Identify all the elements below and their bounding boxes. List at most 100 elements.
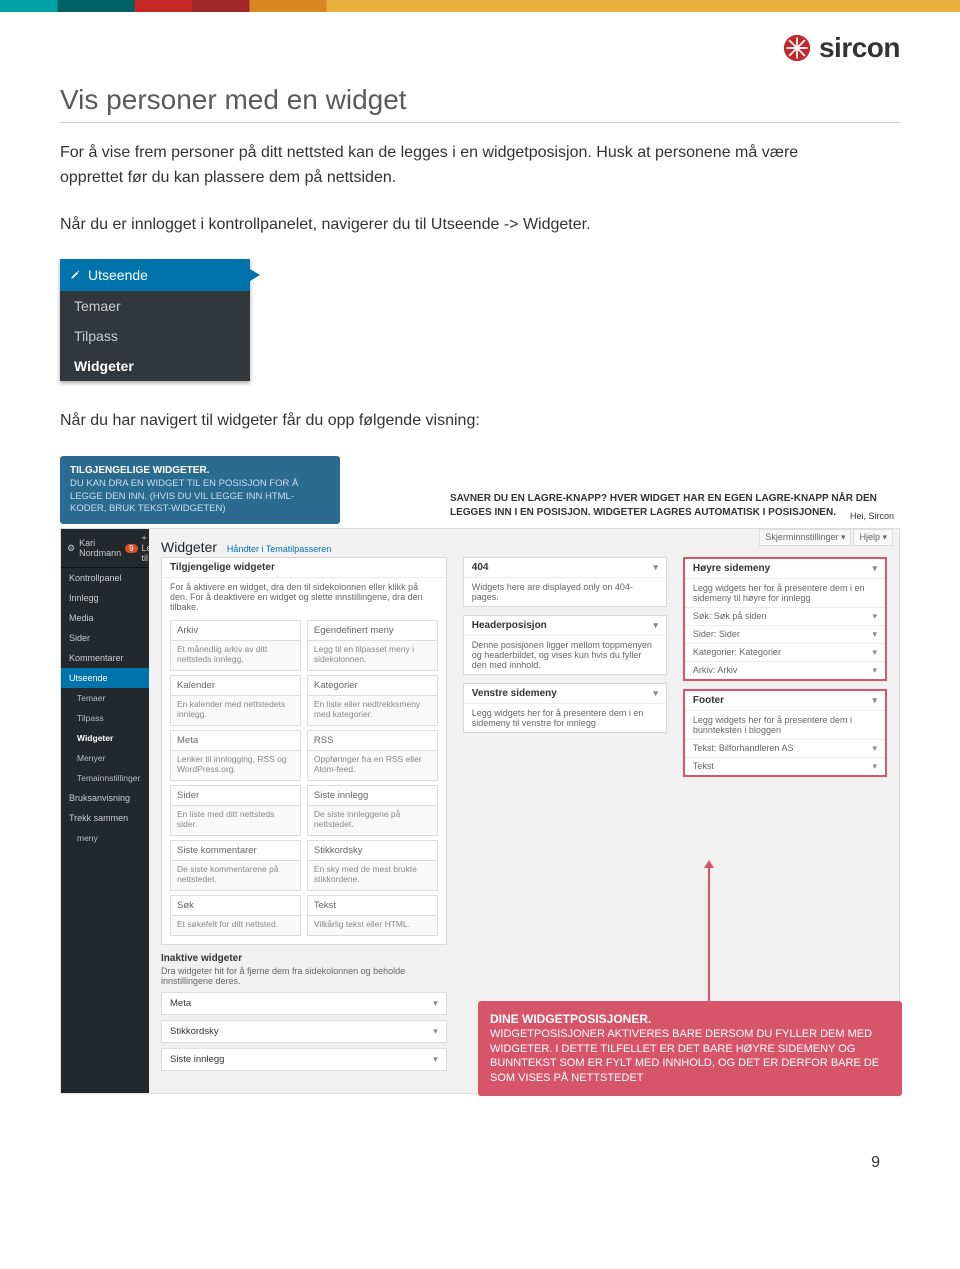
callout-blue-title: TILGJENGELIGE WIDGETER. <box>70 465 209 476</box>
widget-area-desc: Denne posisjonen ligger mellom toppmenye… <box>464 636 666 674</box>
wp-admin-sidebar: ⚙ Kari Nordmann 9 + Legg til Kontrollpan… <box>61 529 149 1093</box>
callout-blue-text: DU KAN DRA EN WIDGET TIL EN POSISJON FOR… <box>70 478 330 516</box>
wp-page-subtitle-link[interactable]: Håndter i Tematilpasseren <box>227 544 331 554</box>
widget-tile-kalender[interactable]: Kalender <box>170 675 301 696</box>
widget-tile-egendefinert-meny[interactable]: Egendefinert meny <box>307 620 438 641</box>
widget-tile-rss[interactable]: RSS <box>307 730 438 751</box>
chevron-down-icon: ▾ <box>433 998 438 1009</box>
widget-area-venstre-sidemeny[interactable]: Venstre sidemeny▾Legg widgets her for å … <box>463 683 667 733</box>
wp-page-title: Widgeter <box>161 539 217 555</box>
sidebar-item-kommentarer[interactable]: Kommentarer <box>61 648 149 668</box>
inactive-widget-siste-innlegg[interactable]: Siste innlegg▾ <box>161 1048 447 1071</box>
intro-paragraph-3: Når du har navigert til widgeter får du … <box>60 409 840 434</box>
sidebar-item-innlegg[interactable]: Innlegg <box>61 588 149 608</box>
chevron-down-icon: ▾ <box>872 647 877 658</box>
top-save-note: SAVNER DU EN LAGRE-KNAPP? HVER WIDGET HA… <box>450 492 900 519</box>
widget-desc: De siste innleggene på nettstedet. <box>307 806 438 836</box>
sidebar-item-kontrollpanel[interactable]: Kontrollpanel <box>61 568 149 588</box>
inactive-title: Inaktive widgeter <box>161 953 447 964</box>
sidebar-item-menyer[interactable]: Menyer <box>61 748 149 768</box>
sidebar-item-bruksanvisning[interactable]: Bruksanvisning <box>61 788 149 808</box>
widget-desc: Et månedlig arkiv av ditt nettsteds innl… <box>170 641 301 671</box>
available-widgets-desc: For å aktivere en widget, dra den til si… <box>162 578 446 616</box>
utseende-side-panel: Utseende Temaer Tilpass Widgeter <box>60 259 250 381</box>
chevron-down-icon: ▾ <box>872 665 877 676</box>
widget-desc: Lenker til innlogging, RSS og WordPress.… <box>170 751 301 781</box>
chevron-down-icon: ▾ <box>872 611 877 622</box>
widget-area-høyre-sidemeny[interactable]: Høyre sidemeny▾Legg widgets her for å pr… <box>683 557 887 681</box>
widget-tile-kategorier[interactable]: Kategorier <box>307 675 438 696</box>
widget-area-headerposisjon[interactable]: Headerposisjon▾Denne posisjonen ligger m… <box>463 615 667 675</box>
callout-available-widgets: TILGJENGELIGE WIDGETER. DU KAN DRA EN WI… <box>60 456 340 524</box>
chevron-down-icon: ▾ <box>653 620 658 631</box>
sidebar-item-temainnstillinger[interactable]: Temainnstillinger <box>61 768 149 788</box>
inactive-widget-stikkordsky[interactable]: Stikkordsky▾ <box>161 1020 447 1043</box>
brand-logo: sircon <box>60 32 900 64</box>
callout-red-text: WIDGETPOSISJONER AKTIVERES BARE DERSOM D… <box>490 1028 879 1085</box>
widget-item[interactable]: Søk: Søk på siden▾ <box>685 607 885 625</box>
sidebar-item-meny[interactable]: meny <box>61 828 149 848</box>
wp-icon: ⚙ <box>67 543 75 554</box>
sidebar-item-widgeter[interactable]: Widgeter <box>61 728 149 748</box>
widget-desc: En liste eller nedtrekksmeny med kategor… <box>307 696 438 726</box>
wp-admin-topbar: ⚙ Kari Nordmann 9 + Legg til <box>61 529 149 568</box>
widget-desc: Et søkefelt for ditt nettsted. <box>170 916 301 936</box>
page-number: 9 <box>60 1154 900 1172</box>
inactive-widget-meta[interactable]: Meta▾ <box>161 992 447 1015</box>
widget-desc: Legg til en tilpasset meny i sidekolonne… <box>307 641 438 671</box>
widget-tile-arkiv[interactable]: Arkiv <box>170 620 301 641</box>
sidebar-item-media[interactable]: Media <box>61 608 149 628</box>
sidepanel-header[interactable]: Utseende <box>60 259 250 291</box>
tab-help[interactable]: Hjelp ▾ <box>853 529 893 546</box>
widget-tile-stikkordsky[interactable]: Stikkordsky <box>307 840 438 861</box>
sidepanel-item-temaer[interactable]: Temaer <box>60 291 250 321</box>
wp-sidebar-list: KontrollpanelInnleggMediaSiderKommentare… <box>61 568 149 848</box>
sidebar-item-trekk-sammen[interactable]: Trekk sammen <box>61 808 149 828</box>
widget-tile-sider[interactable]: Sider <box>170 785 301 806</box>
chevron-down-icon: ▾ <box>872 629 877 640</box>
widget-item[interactable]: Tekst: Bilforhandleren AS▾ <box>685 739 885 757</box>
chevron-down-icon: ▾ <box>433 1026 438 1037</box>
widget-tile-siste-kommentarer[interactable]: Siste kommentarer <box>170 840 301 861</box>
sidepanel-item-tilpass[interactable]: Tilpass <box>60 321 250 351</box>
screen-options-tabs: Skjerminnstillinger ▾ Hjelp ▾ <box>759 529 893 546</box>
widget-desc: Vilkårlig tekst eller HTML. <box>307 916 438 936</box>
page-title: Vis personer med en widget <box>60 84 900 123</box>
widget-item[interactable]: Kategorier: Kategorier▾ <box>685 643 885 661</box>
sidepanel-item-widgeter[interactable]: Widgeter <box>60 351 250 381</box>
sidebar-item-tilpass[interactable]: Tilpass <box>61 708 149 728</box>
callout-red-title: DINE WIDGETPOSISJONER. <box>490 1011 890 1027</box>
widget-item[interactable]: Tekst▾ <box>685 757 885 775</box>
widget-item[interactable]: Sider: Sider▾ <box>685 625 885 643</box>
chevron-down-icon: ▾ <box>872 743 877 754</box>
top-color-stripe <box>0 0 960 12</box>
widget-area-desc: Widgets here are displayed only on 404-p… <box>464 578 666 606</box>
widget-desc: En liste med ditt nettsteds sider. <box>170 806 301 836</box>
topbar-user[interactable]: Kari Nordmann <box>79 538 121 558</box>
update-badge[interactable]: 9 <box>125 544 137 553</box>
sidebar-item-utseende[interactable]: Utseende <box>61 668 149 688</box>
intro-paragraph-1: For å vise frem personer på ditt nettste… <box>60 141 840 191</box>
widget-tile-meta[interactable]: Meta <box>170 730 301 751</box>
widget-desc: Oppføringer fra en RSS eller Atom-feed. <box>307 751 438 781</box>
sidebar-item-temaer[interactable]: Temaer <box>61 688 149 708</box>
widget-area-desc: Legg widgets her for å presentere dem i … <box>685 711 885 739</box>
widget-desc: En sky med de mest brukte stikkordene. <box>307 861 438 891</box>
available-widgets-title: Tilgjengelige widgeter <box>162 558 446 578</box>
widget-tile-siste-innlegg[interactable]: Siste innlegg <box>307 785 438 806</box>
widget-tile-søk[interactable]: Søk <box>170 895 301 916</box>
chevron-down-icon: ▾ <box>653 688 658 699</box>
widget-area-404[interactable]: 404▾Widgets here are displayed only on 4… <box>463 557 667 607</box>
widget-area-desc: Legg widgets her for å presentere dem i … <box>464 704 666 732</box>
tab-screen-options[interactable]: Skjerminnstillinger ▾ <box>759 529 851 546</box>
available-widgets-panel: Tilgjengelige widgeter For å aktivere en… <box>161 557 447 945</box>
wp-screenshot: TILGJENGELIGE WIDGETER. DU KAN DRA EN WI… <box>60 456 900 1094</box>
widget-item[interactable]: Arkiv: Arkiv▾ <box>685 661 885 679</box>
inactive-desc: Dra widgeter hit for å fjerne dem fra si… <box>161 966 447 986</box>
widget-area-footer[interactable]: Footer▾Legg widgets her for å presentere… <box>683 689 887 777</box>
callout-widget-positions: DINE WIDGETPOSISJONER. WIDGETPOSISJONER … <box>478 1001 902 1097</box>
available-widgets-grid: ArkivEt månedlig arkiv av ditt nettsteds… <box>170 620 438 940</box>
sidebar-item-sider[interactable]: Sider <box>61 628 149 648</box>
widget-tile-tekst[interactable]: Tekst <box>307 895 438 916</box>
inactive-widgets-panel: Inaktive widgeter Dra widgeter hit for å… <box>161 953 447 1071</box>
